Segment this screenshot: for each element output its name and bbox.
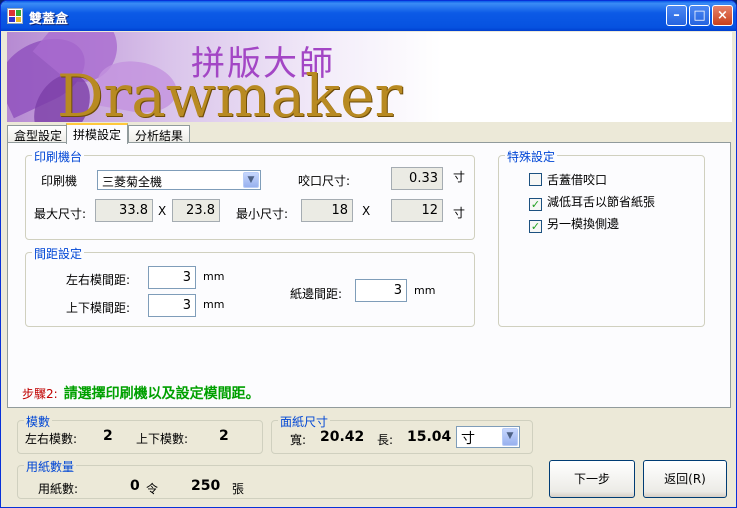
chevron-down-icon[interactable]: ▼ [502, 428, 518, 446]
checkbox[interactable]: ✓ [529, 220, 542, 233]
option-reduce-ear[interactable]: ✓ 減低耳舌以節省紙張 [529, 193, 655, 211]
edge-spacing-label: 紙邊間距: [290, 287, 343, 301]
ream-value: 0 [130, 478, 140, 494]
printer-legend: 印刷機台 [32, 148, 85, 165]
checkbox[interactable]: ✓ [529, 198, 542, 211]
spacing-group: 間距設定 左右模間距: 3 mm 上下模間距: 3 mm 紙邊間距: 3 mm [25, 245, 475, 327]
printer-group: 印刷機台 印刷機 三菱菊全機 ▼ 咬口尺寸: 0.33 寸 最大尺寸: 33.8… [25, 148, 475, 240]
paper-qty-legend: 用紙數量 [24, 458, 77, 475]
ream-unit: 令 [146, 482, 159, 496]
paper-size-legend: 面紙尺寸 [278, 413, 331, 430]
tb-molds-label: 上下模數: [136, 432, 189, 446]
machine-select[interactable]: 三菱菊全機 ▼ [97, 170, 261, 190]
app-window: 雙蓋盒 – □ × 拼版大師 Drawmaker 盒型設定 拼模設定 分析結果 … [0, 0, 737, 508]
spacing-legend: 間距設定 [32, 245, 85, 262]
min-size-unit: 寸 [453, 206, 466, 220]
lr-molds-value: 2 [103, 428, 113, 444]
paper-qty-label: 用紙數: [38, 482, 79, 496]
tab-box-settings[interactable]: 盒型設定 [7, 125, 70, 143]
paper-qty-group: 用紙數量 用紙數: 0 令 250 張 [17, 458, 533, 499]
banner-logo: 拼版大師 Drawmaker [7, 32, 732, 122]
unit-select-value: 寸 [461, 431, 475, 447]
step-instruction: 步驟2: 請選擇印刷機以及設定模間距。 [22, 383, 260, 403]
option-label: 減低耳舌以節省紙張 [547, 195, 656, 209]
step-number: 步驟2: [22, 387, 58, 401]
max-height-field[interactable]: 23.8 [172, 199, 220, 222]
max-size-label: 最大尺寸: [34, 207, 87, 221]
bite-field[interactable]: 0.33 [391, 167, 443, 190]
tb-spacing-input[interactable]: 3 [148, 294, 196, 317]
app-icon [7, 8, 23, 24]
min-width-field[interactable]: 18 [301, 199, 353, 222]
special-legend: 特殊設定 [505, 148, 558, 165]
paper-width-value: 20.42 [320, 429, 365, 445]
lr-molds-label: 左右模數: [25, 432, 78, 446]
tab-layout-settings[interactable]: 拼模設定 [66, 123, 129, 144]
sheet-value: 250 [191, 478, 221, 494]
tab-panel: 印刷機台 印刷機 三菱菊全機 ▼ 咬口尺寸: 0.33 寸 最大尺寸: 33.8… [7, 142, 731, 408]
min-size-x: X [362, 204, 371, 218]
molds-group: 模數 左右模數: 2 上下模數: 2 [17, 413, 263, 454]
tab-analysis-results[interactable]: 分析結果 [128, 125, 191, 143]
tb-spacing-unit: mm [203, 298, 225, 311]
bite-unit: 寸 [453, 170, 466, 184]
sheet-unit: 張 [232, 482, 245, 496]
edge-spacing-unit: mm [414, 284, 436, 297]
window-title: 雙蓋盒 [29, 12, 69, 27]
min-height-field[interactable]: 12 [391, 199, 443, 222]
max-width-field[interactable]: 33.8 [95, 199, 153, 222]
edge-spacing-input[interactable]: 3 [355, 279, 407, 302]
minimize-button[interactable]: – [666, 5, 687, 26]
paper-length-label: 長: [377, 433, 394, 447]
next-button[interactable]: 下一步 [549, 460, 635, 498]
banner-title-en: Drawmaker [57, 62, 403, 122]
machine-label: 印刷機 [41, 174, 78, 188]
paper-length-value: 15.04 [407, 429, 452, 445]
title-bar[interactable]: 雙蓋盒 – □ × [1, 1, 736, 31]
paper-width-label: 寬: [290, 433, 307, 447]
lr-spacing-input[interactable]: 3 [148, 266, 196, 289]
step-message: 請選擇印刷機以及設定模間距。 [63, 386, 260, 402]
option-flap-bite[interactable]: 舌蓋借咬口 [529, 171, 607, 188]
max-size-x: X [158, 204, 167, 218]
min-size-label: 最小尺寸: [236, 207, 289, 221]
special-group: 特殊設定 舌蓋借咬口 ✓ 減低耳舌以節省紙張 ✓ 另一模換側邊 [498, 148, 705, 327]
lr-spacing-unit: mm [203, 270, 225, 283]
chevron-down-icon[interactable]: ▼ [243, 172, 259, 188]
close-button[interactable]: × [712, 5, 733, 26]
machine-select-value: 三菱菊全機 [102, 175, 163, 189]
option-label: 舌蓋借咬口 [547, 173, 608, 187]
lr-spacing-label: 左右模間距: [66, 273, 131, 287]
unit-select[interactable]: 寸 ▼ [456, 426, 520, 448]
back-button[interactable]: 返回(R) [643, 460, 727, 498]
checkbox[interactable] [529, 173, 542, 186]
option-swap-side[interactable]: ✓ 另一模換側邊 [529, 215, 619, 233]
bite-label: 咬口尺寸: [298, 174, 351, 188]
molds-legend: 模數 [24, 413, 53, 430]
option-label: 另一模換側邊 [547, 217, 620, 231]
tb-spacing-label: 上下模間距: [66, 301, 131, 315]
paper-size-group: 面紙尺寸 寬: 20.42 長: 15.04 寸 ▼ [271, 413, 533, 454]
maximize-button[interactable]: □ [689, 5, 710, 26]
tb-molds-value: 2 [219, 428, 229, 444]
